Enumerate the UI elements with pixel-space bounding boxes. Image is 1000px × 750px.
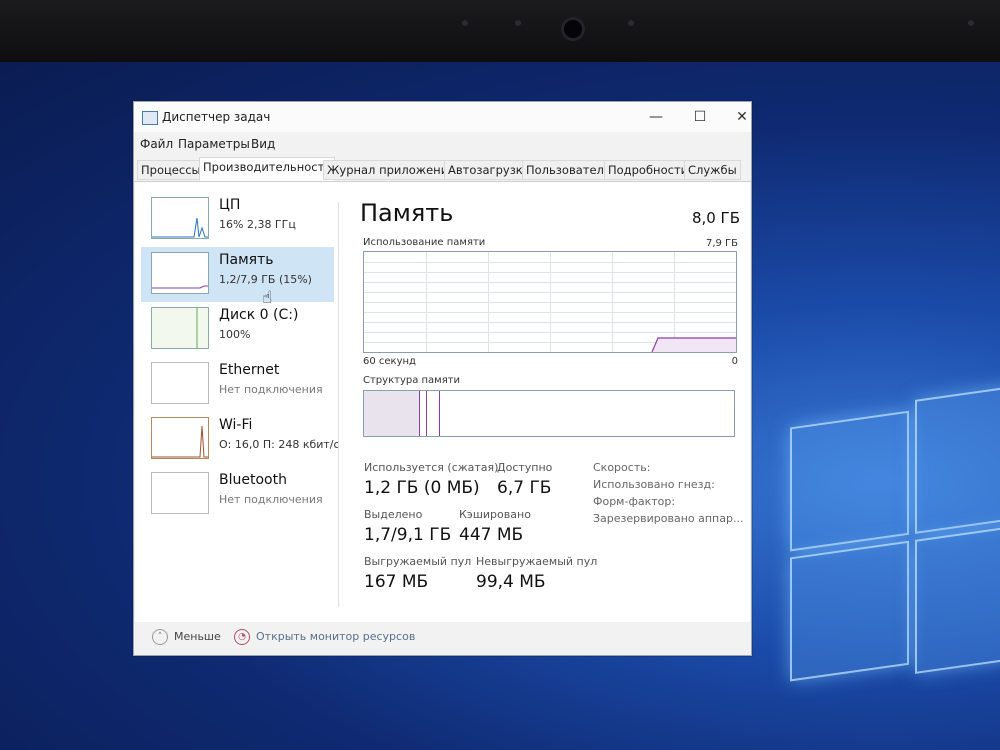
menu-options[interactable]: Параметры: [178, 137, 250, 151]
memory-total: 8,0 ГБ: [691, 209, 740, 227]
committed-value: 1,7/9,1 ГБ: [364, 525, 452, 545]
memory-usage-graph: [363, 251, 737, 353]
structure-label: Структура памяти: [363, 375, 461, 386]
sidebar-item-bluetooth[interactable]: Bluetooth Нет подключения: [141, 467, 334, 522]
in-use-label: Используется (сжатая): [364, 461, 499, 474]
sidebar-item-ethernet[interactable]: Ethernet Нет подключения: [141, 357, 334, 412]
memory-thumbnail: [151, 252, 209, 294]
memory-composition-bar: [363, 390, 735, 437]
wifi-thumbnail: [151, 417, 209, 459]
usage-max-label: 7,9 ГБ: [705, 238, 738, 249]
tab-processes[interactable]: Процессы: [137, 160, 205, 180]
chevron-up-icon: ˄: [152, 629, 168, 645]
hardware-reserved-label: Зарезервировано аппар...: [593, 512, 744, 525]
speed-label: Скорость:: [593, 461, 651, 474]
sidebar-item-detail: Нет подключения: [219, 493, 323, 506]
available-value: 6,7 ГБ: [497, 478, 552, 498]
sidebar-item-detail: 1,2/7,9 ГБ (15%): [219, 273, 312, 286]
menu-file[interactable]: Файл: [140, 137, 173, 151]
form-factor-label: Форм-фактор:: [593, 495, 676, 508]
tab-strip: Процессы Производительность Журнал прило…: [134, 157, 751, 182]
sidebar-item-label: Диск 0 (C:): [219, 307, 299, 323]
sidebar-item-label: Bluetooth: [219, 472, 287, 488]
footer-bar: ˄ Меньше ◔ Открыть монитор ресурсов: [134, 622, 751, 654]
paged-pool-label: Выгружаемый пул: [364, 555, 472, 568]
available-label: Доступно: [497, 461, 553, 474]
hand-cursor-icon: ☝: [262, 288, 273, 308]
time-span-label: 60 секунд: [363, 356, 416, 367]
maximize-button[interactable]: ☐: [678, 102, 722, 132]
committed-label: Выделено: [364, 508, 423, 521]
tab-details[interactable]: Подробности: [604, 160, 693, 180]
sensor-dot: [515, 20, 521, 26]
panel-divider: [338, 202, 339, 607]
sidebar-item-label: Ethernet: [219, 362, 280, 378]
sidebar-item-label: ЦП: [219, 197, 241, 213]
nonpaged-pool-value: 99,4 МБ: [476, 572, 546, 592]
bluetooth-thumbnail: [151, 472, 209, 514]
tab-services[interactable]: Службы: [684, 160, 741, 180]
sensor-dot: [462, 20, 468, 26]
monitor-bezel: [0, 0, 1000, 62]
tab-performance[interactable]: Производительность: [199, 157, 336, 181]
memory-title: Память: [360, 199, 454, 227]
cached-label: Кэшировано: [459, 508, 531, 521]
sidebar-item-label: Wi-Fi: [219, 417, 253, 433]
menu-view[interactable]: Вид: [251, 137, 275, 151]
sidebar-item-memory[interactable]: Память 1,2/7,9 ГБ (15%): [141, 247, 334, 302]
resource-monitor-label: Открыть монитор ресурсов: [256, 630, 416, 643]
task-manager-window: Диспетчер задач — ☐ ✕ Файл Параметры Вид…: [133, 101, 752, 656]
window-title: Диспетчер задач: [162, 110, 271, 124]
sidebar-item-label: Память: [219, 252, 274, 268]
close-button[interactable]: ✕: [720, 102, 764, 132]
nonpaged-pool-label: Невыгружаемый пул: [476, 555, 598, 568]
sidebar-item-detail: О: 16,0 П: 248 кбит/с: [219, 438, 340, 451]
sidebar-item-disk[interactable]: Диск 0 (C:) 100%: [141, 302, 334, 357]
in-use-value: 1,2 ГБ (0 МБ): [364, 478, 480, 498]
windows-logo: [780, 383, 1000, 719]
usage-label: Использование памяти: [363, 237, 486, 248]
tab-users[interactable]: Пользователи: [522, 160, 616, 180]
fewer-details-button[interactable]: ˄ Меньше: [152, 629, 221, 645]
paged-pool-value: 167 МБ: [364, 572, 429, 592]
disk-thumbnail: [151, 307, 209, 349]
graph-zero-label: 0: [731, 356, 738, 367]
fewer-details-label: Меньше: [174, 630, 221, 643]
tab-startup[interactable]: Автозагрузка: [444, 160, 534, 180]
resource-monitor-icon: ◔: [234, 629, 250, 645]
slots-used-label: Использовано гнезд:: [593, 478, 715, 491]
tab-app-history[interactable]: Журнал приложений: [323, 160, 460, 180]
sidebar-item-detail: 16% 2,38 ГГц: [219, 218, 296, 231]
cpu-thumbnail: [151, 197, 209, 239]
open-resource-monitor-link[interactable]: ◔ Открыть монитор ресурсов: [234, 629, 415, 645]
performance-panel: ЦП 16% 2,38 ГГц Память 1,2/7,9 ГБ (15%) …: [135, 182, 750, 622]
sidebar-item-detail: Нет подключения: [219, 383, 323, 396]
webcam: [564, 20, 582, 38]
minimize-button[interactable]: —: [634, 102, 678, 132]
sidebar-item-wifi[interactable]: Wi-Fi О: 16,0 П: 248 кбит/с: [141, 412, 340, 467]
ethernet-thumbnail: [151, 362, 209, 404]
sensor-dot: [628, 20, 634, 26]
task-manager-icon: [142, 111, 158, 125]
cached-value: 447 МБ: [459, 525, 524, 545]
title-bar[interactable]: Диспетчер задач — ☐ ✕: [134, 102, 751, 132]
sensor-dot: [968, 20, 974, 26]
sidebar-item-cpu[interactable]: ЦП 16% 2,38 ГГц: [141, 192, 334, 247]
sidebar-item-detail: 100%: [219, 328, 251, 341]
